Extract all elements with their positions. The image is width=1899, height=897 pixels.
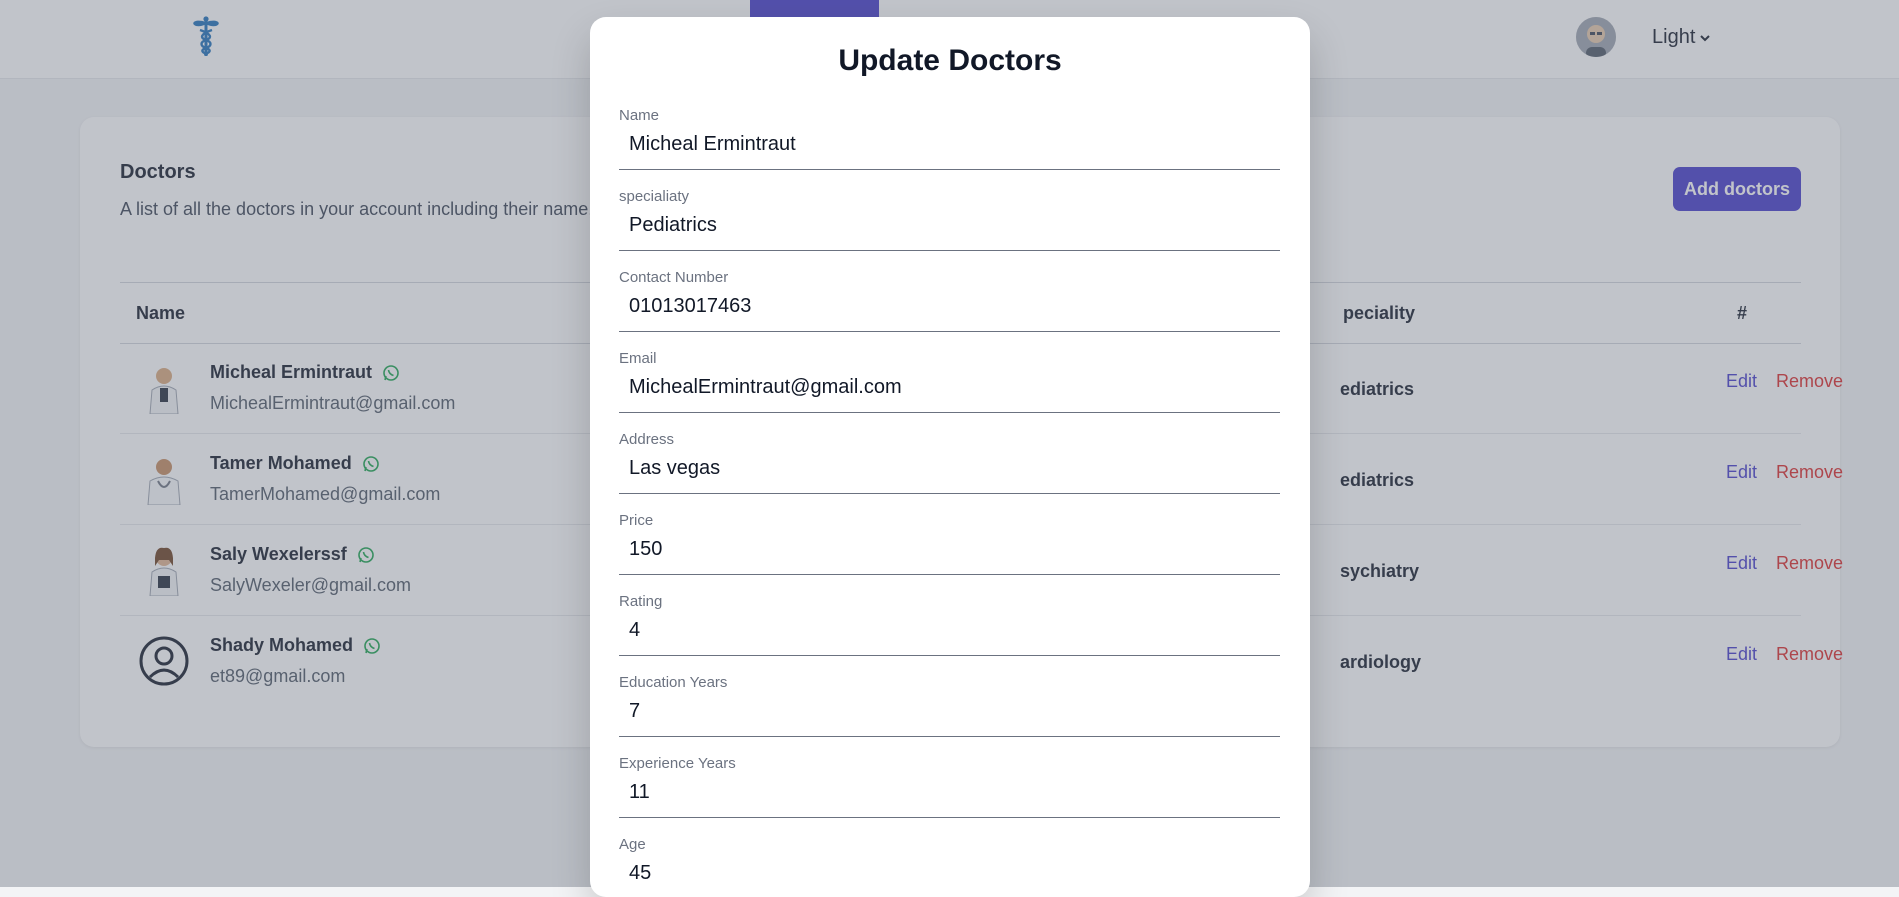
contact-number-field: Contact Number: [619, 269, 1280, 332]
contact-number-input[interactable]: [619, 289, 1280, 323]
field-label: specialiaty: [619, 188, 690, 205]
rating-field: Rating: [619, 593, 1280, 656]
experience-years-field: Experience Years: [619, 755, 1280, 818]
field-label: Address: [619, 431, 675, 448]
field-label: Experience Years: [619, 755, 736, 772]
education-years-field: Education Years: [619, 674, 1280, 737]
name-input[interactable]: [619, 127, 1280, 161]
field-label: Age: [619, 836, 646, 853]
speciality-input[interactable]: [619, 208, 1280, 242]
speciality-field: specialiaty: [619, 188, 1280, 251]
age-input[interactable]: [619, 856, 1280, 890]
field-label: Price: [619, 512, 654, 529]
experience-years-input[interactable]: [619, 775, 1280, 809]
email-input[interactable]: [619, 370, 1280, 404]
price-input[interactable]: [619, 532, 1280, 566]
address-field: Address: [619, 431, 1280, 494]
field-label: Rating: [619, 593, 663, 610]
update-doctor-modal: Update Doctors Name specialiaty Contact …: [590, 17, 1310, 897]
field-label: Name: [619, 107, 660, 124]
price-field: Price: [619, 512, 1280, 575]
email-field: Email: [619, 350, 1280, 413]
education-years-input[interactable]: [619, 694, 1280, 728]
field-label: Education Years: [619, 674, 728, 691]
name-field: Name: [619, 107, 1280, 170]
age-field: Age: [619, 836, 1280, 897]
modal-title: Update Doctors: [838, 44, 1062, 77]
field-label: Contact Number: [619, 269, 729, 286]
field-label: Email: [619, 350, 657, 367]
address-input[interactable]: [619, 451, 1280, 485]
rating-input[interactable]: [619, 613, 1280, 647]
